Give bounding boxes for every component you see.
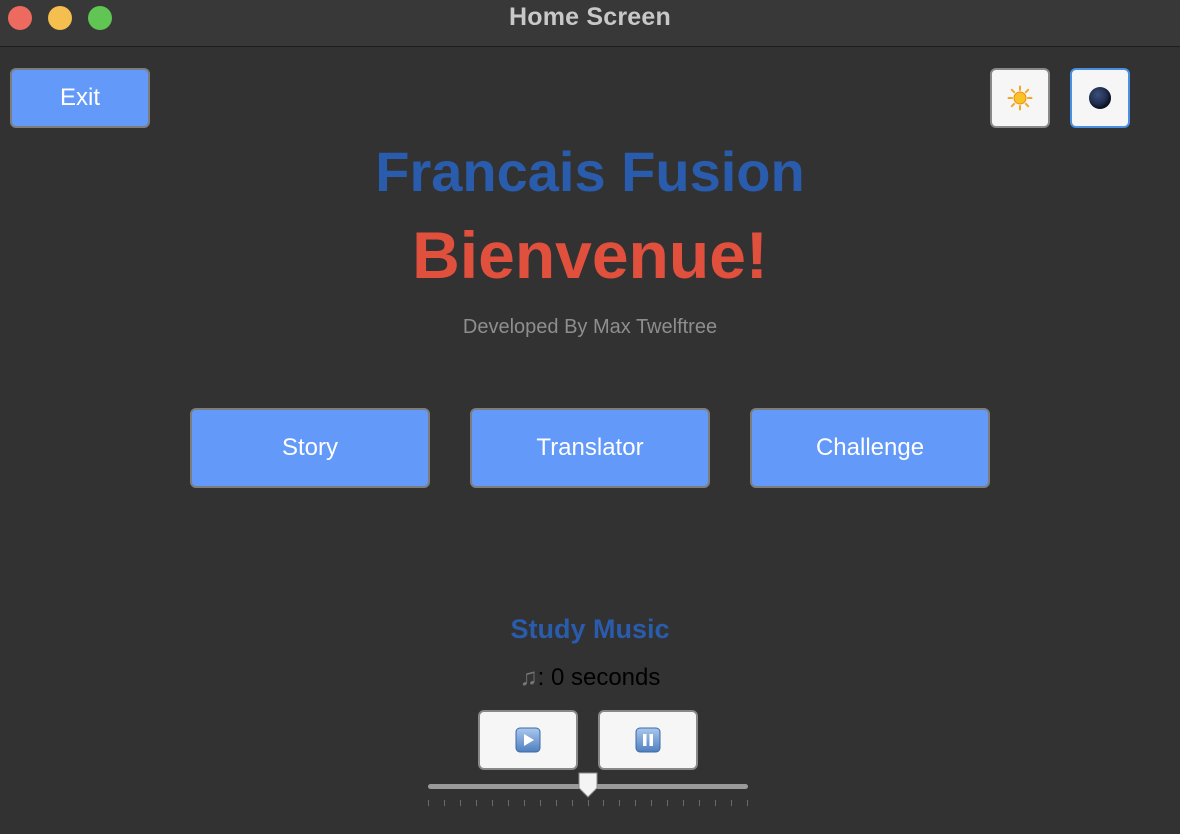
slider-tick: [460, 800, 461, 806]
slider-tick: [540, 800, 541, 806]
slider-tick: [524, 800, 525, 806]
music-time-text: : 0 seconds: [537, 664, 661, 691]
slider-tick: [428, 800, 429, 806]
slider-tick: [667, 800, 668, 806]
play-button[interactable]: [478, 710, 578, 770]
window-title: Home Screen: [509, 3, 671, 31]
slider-tick: [651, 800, 652, 806]
challenge-button[interactable]: Challenge: [750, 408, 990, 488]
slider-tick: [444, 800, 445, 806]
slider-thumb[interactable]: [578, 772, 598, 798]
slider-tick: [476, 800, 477, 806]
slider-tick: [731, 800, 732, 806]
slider-tick: [747, 800, 748, 806]
pause-button[interactable]: [598, 710, 698, 770]
dark-theme-button[interactable]: [1070, 68, 1130, 128]
slider-tick: [508, 800, 509, 806]
play-icon: [515, 727, 541, 753]
slider-tick: [715, 800, 716, 806]
title-bar: Home Screen: [0, 0, 1180, 47]
story-button[interactable]: Story: [190, 408, 430, 488]
sun-icon: [1007, 85, 1033, 111]
study-music-title: Study Music: [510, 614, 670, 644]
slider-tick: [699, 800, 700, 806]
moon-icon: [1089, 87, 1111, 109]
app-window: Home Screen Exit Francais Fusion Bienven…: [0, 0, 1180, 834]
translator-button[interactable]: Translator: [470, 408, 710, 488]
slider-tick: [683, 800, 684, 806]
pause-icon: [635, 727, 661, 753]
slider-tick: [556, 800, 557, 806]
slider-tick: [635, 800, 636, 806]
light-theme-button[interactable]: [990, 68, 1050, 128]
welcome-heading: Bienvenue!: [412, 218, 768, 292]
slider-tick: [572, 800, 573, 806]
slider-ticks: [428, 800, 748, 808]
music-time-readout: ♫: 0 seconds: [0, 664, 1180, 692]
app-title: Francais Fusion: [375, 140, 805, 203]
developer-credit: Developed By Max Twelftree: [462, 316, 718, 338]
slider-tick: [603, 800, 604, 806]
exit-button[interactable]: Exit: [10, 68, 150, 128]
volume-slider[interactable]: [428, 772, 748, 812]
slider-tick: [492, 800, 493, 806]
music-notes-icon: ♫: [519, 664, 538, 691]
slider-tick: [619, 800, 620, 806]
slider-tick: [588, 800, 589, 806]
